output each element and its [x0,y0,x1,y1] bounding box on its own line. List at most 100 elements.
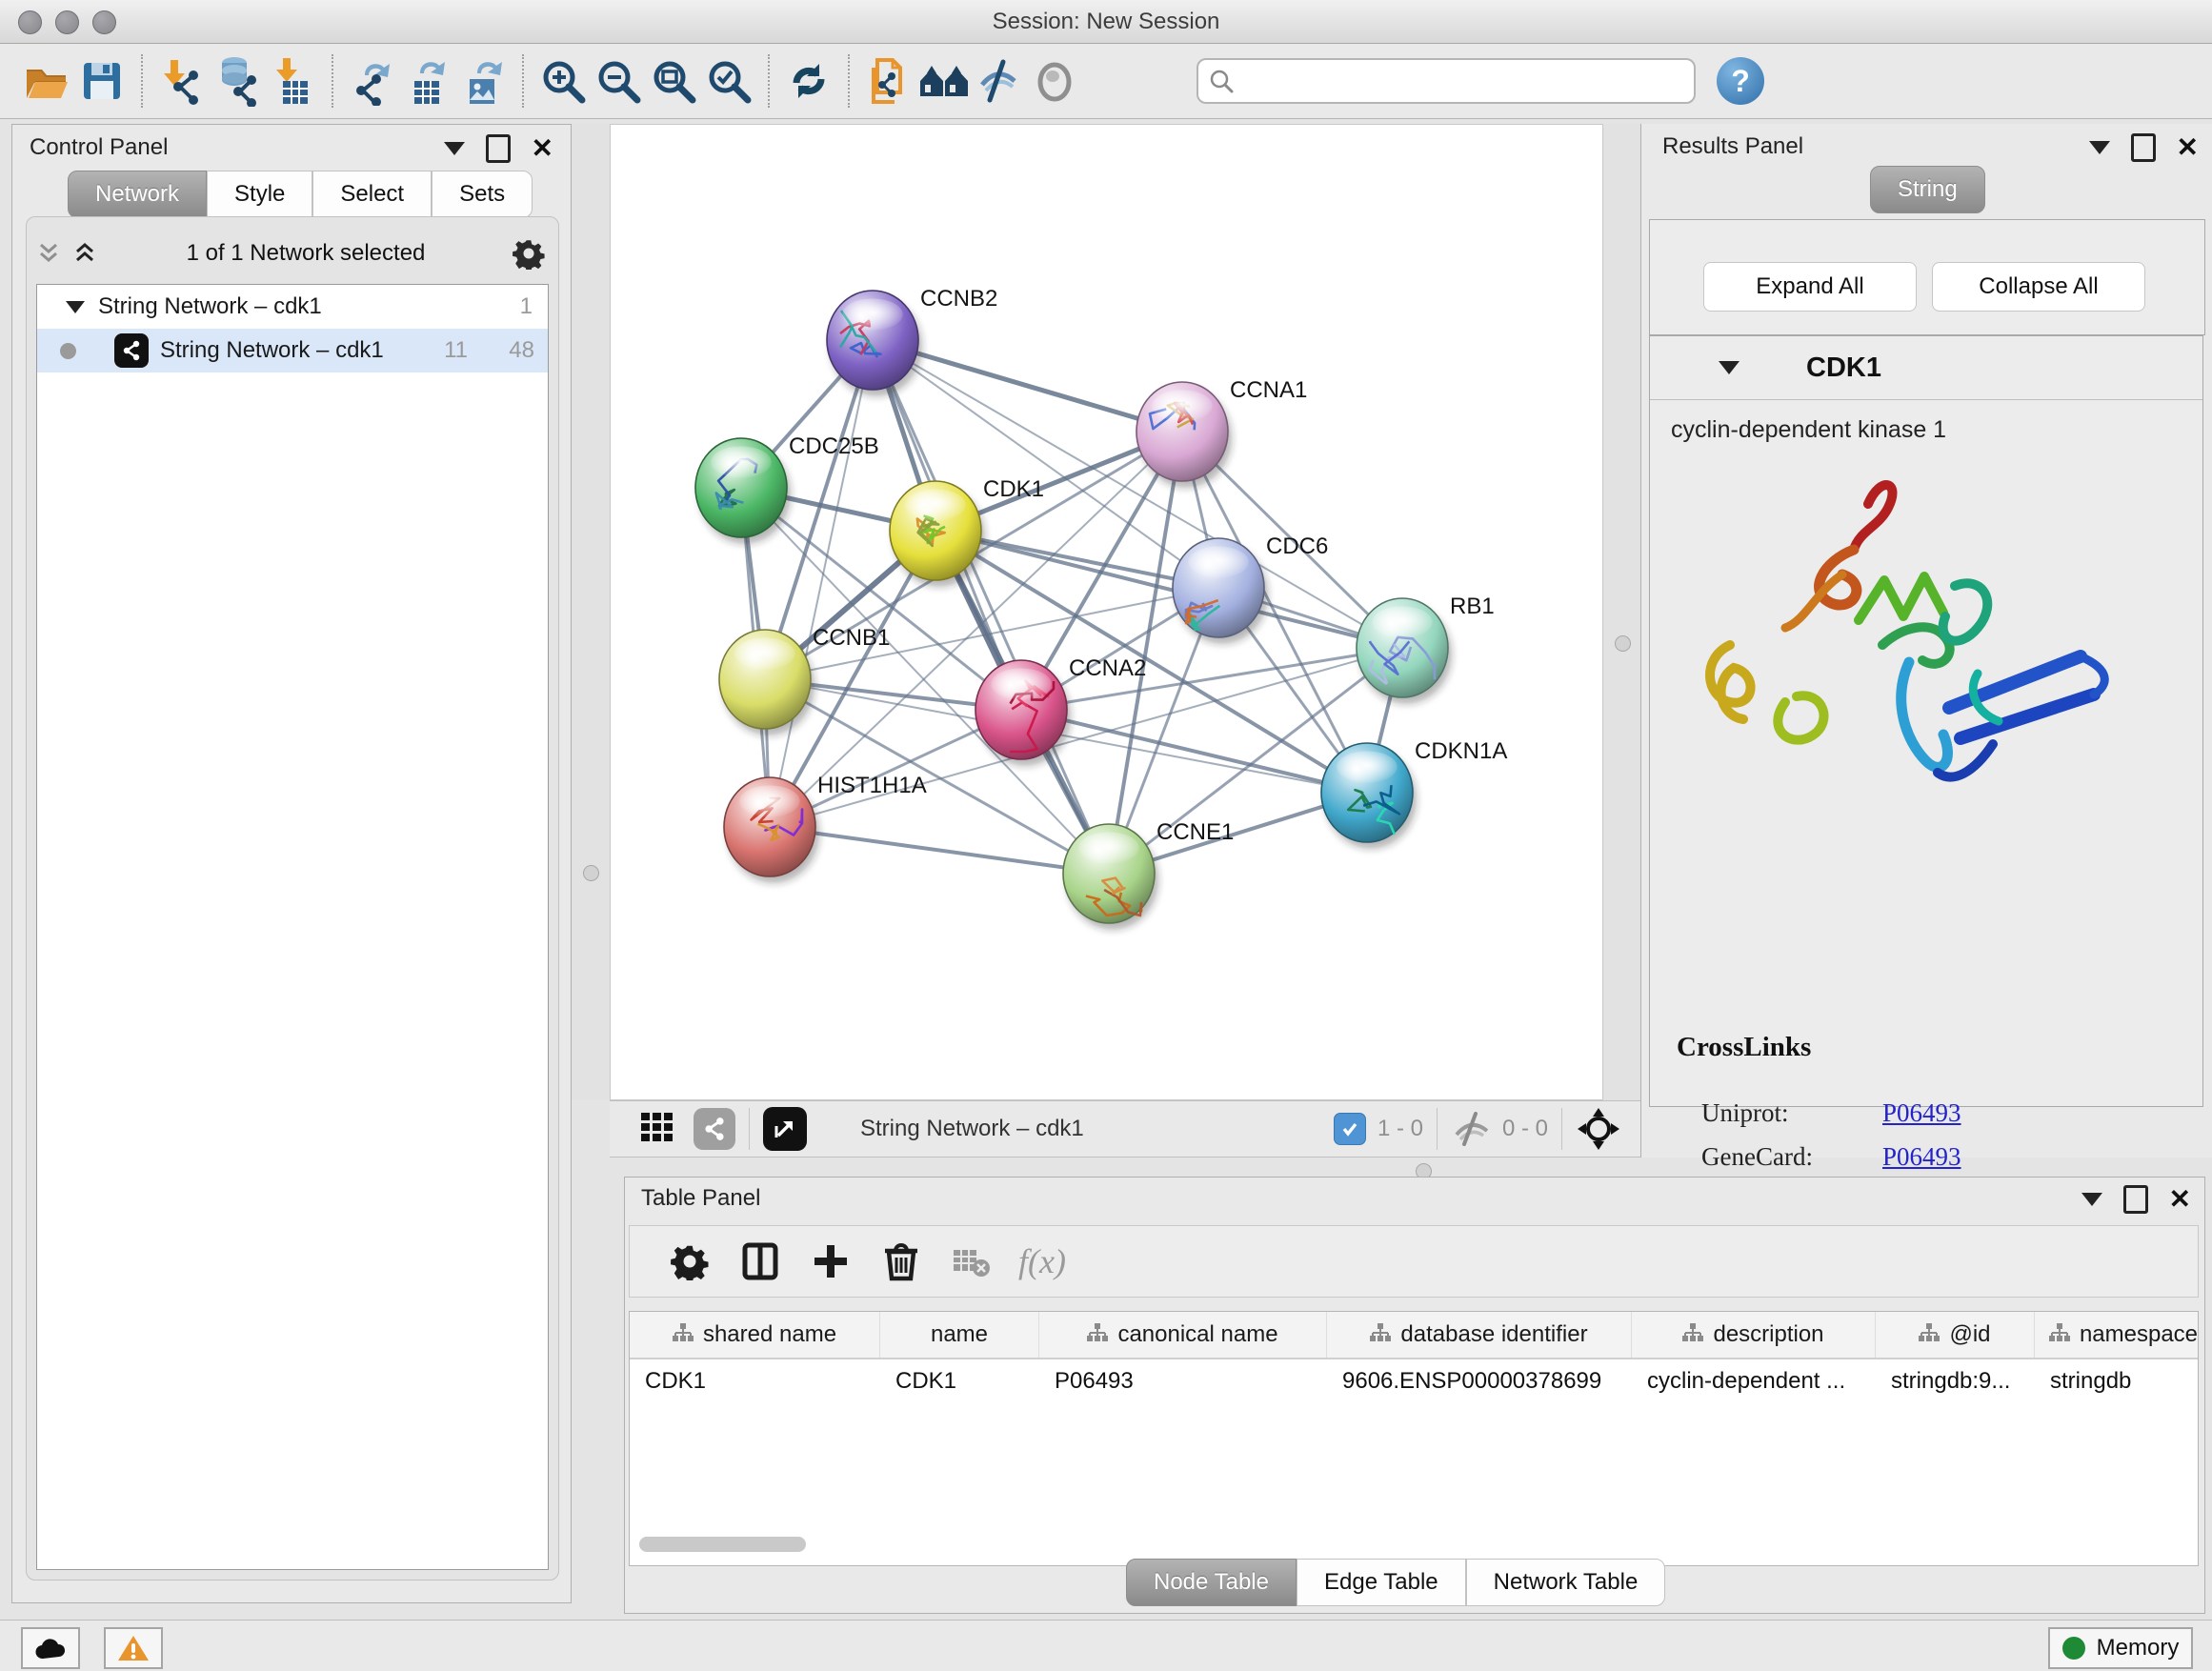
grid-view-icon[interactable] [638,1108,676,1151]
network-node-CCNB2[interactable] [827,291,922,396]
table-cell[interactable]: 9606.ENSP00000378699 [1327,1368,1632,1395]
panel-collapse-icon[interactable] [2081,1193,2102,1206]
panel-float-icon[interactable] [486,134,511,163]
gene-expander-icon[interactable] [1719,361,1739,374]
open-in-new-window-icon[interactable] [763,1107,807,1151]
clone-network-icon[interactable] [861,53,916,109]
open-session-icon[interactable] [19,53,74,109]
table-cell[interactable]: stringdb [2035,1368,2199,1395]
left-splitter[interactable] [572,124,610,1100]
memory-button[interactable]: Memory [2048,1627,2193,1669]
panel-close-icon[interactable]: ✕ [2177,136,2199,159]
network-collection-row[interactable]: String Network – cdk1 1 [37,285,548,329]
delete-column-icon[interactable] [866,1235,936,1288]
crosslink-label: Uniprot: [1701,1098,1789,1127]
network-node-CCNA1[interactable] [1136,382,1232,488]
column-header-canonical-name[interactable]: canonical name [1039,1312,1327,1358]
tree-expander-icon[interactable] [66,301,85,313]
network-edge[interactable] [770,827,1109,874]
column-header-namespace[interactable]: namespace [2035,1312,2199,1358]
tab-style[interactable]: Style [207,171,312,218]
panel-collapse-icon[interactable] [2089,141,2110,154]
table-row[interactable]: CDK1CDK1P064939606.ENSP00000378699cyclin… [630,1359,2198,1403]
zoom-in-icon[interactable] [535,53,591,109]
network-column-icon [1919,1321,1940,1348]
import-network-from-file-icon[interactable] [154,53,210,109]
results-panel-title: Results Panel [1662,133,1803,160]
refresh-icon[interactable] [781,53,836,109]
tab-select[interactable]: Select [312,171,432,218]
help-icon[interactable]: ? [1717,57,1764,105]
tab-sets[interactable]: Sets [432,171,533,218]
tab-network-table[interactable]: Network Table [1466,1559,1666,1606]
zoom-out-icon[interactable] [591,53,646,109]
import-table-icon[interactable] [265,53,320,109]
crosslink-value-link[interactable]: P06493 [1882,1142,1961,1172]
network-view-toolbar: String Network – cdk1 1 - 0 0 - 0 [610,1100,1640,1158]
collapse-all-button[interactable]: Collapse All [1932,262,2145,312]
network-row-selected[interactable]: String Network – cdk1 11 48 [37,329,548,372]
panel-collapse-icon[interactable] [444,142,465,155]
column-header-description[interactable]: description [1632,1312,1876,1358]
string-overlay-icon[interactable] [694,1108,735,1150]
import-network-from-database-icon[interactable] [210,53,265,109]
gene-header-row[interactable]: CDK1 [1650,336,2202,400]
search-field[interactable] [1196,58,1696,104]
add-column-icon[interactable] [795,1235,866,1288]
hide-selected-icon[interactable] [972,53,1027,109]
network-edge[interactable] [770,340,873,827]
tab-node-table[interactable]: Node Table [1126,1559,1297,1606]
panel-float-icon[interactable] [2123,1185,2148,1214]
network-node-CDK1[interactable] [890,481,985,587]
crosslink-value-link[interactable]: P06493 [1882,1098,1961,1128]
cloud-status-button[interactable] [21,1627,80,1669]
collapse-all-chevron-icon[interactable] [34,241,63,266]
zoom-fit-icon[interactable] [646,53,701,109]
network-canvas[interactable]: CCNB2CCNA1CDC25BCDK1CDC6RB1CCNB1CCNA2CDK… [610,124,1603,1100]
tab-string[interactable]: String [1870,166,1985,213]
zoom-selected-icon[interactable] [701,53,756,109]
panel-float-icon[interactable] [2131,133,2156,162]
expand-all-button[interactable]: Expand All [1703,262,1917,312]
search-input[interactable] [1235,68,1684,94]
table-header-row[interactable]: shared namenamecanonical namedatabase id… [630,1312,2198,1359]
right-splitter[interactable] [1603,124,1640,1100]
export-image-icon[interactable] [455,53,511,109]
table-cell[interactable]: CDK1 [630,1368,880,1395]
table-cell[interactable]: CDK1 [880,1368,1039,1395]
tab-network[interactable]: Network [68,171,207,218]
table-cell[interactable]: stringdb:9... [1876,1368,2035,1395]
table-options-gear-icon[interactable] [654,1235,725,1288]
export-network-icon[interactable] [345,53,400,109]
column-header-name[interactable]: name [880,1312,1039,1358]
network-graph[interactable]: CCNB2CCNA1CDC25BCDK1CDC6RB1CCNB1CCNA2CDK… [611,125,1602,1099]
show-all-views-icon[interactable] [916,53,972,109]
tab-edge-table[interactable]: Edge Table [1297,1559,1466,1606]
export-table-icon[interactable] [400,53,455,109]
table-cell[interactable]: P06493 [1039,1368,1327,1395]
node-table[interactable]: shared namenamecanonical namedatabase id… [629,1311,2199,1566]
table-cell[interactable]: cyclin-dependent ... [1632,1368,1876,1395]
column-header-database-identifier[interactable]: database identifier [1327,1312,1632,1358]
column-header-@id[interactable]: @id [1876,1312,2035,1358]
show-column-icon[interactable] [725,1235,795,1288]
horizontal-scrollbar[interactable] [639,1537,806,1552]
column-header-shared-name[interactable]: shared name [630,1312,880,1358]
gear-icon[interactable] [513,237,545,270]
node-label: CDK1 [983,476,1044,502]
save-session-icon[interactable] [74,53,130,109]
network-node-RB1[interactable] [1357,598,1452,704]
expand-all-chevron-icon[interactable] [70,241,99,266]
network-node-CCNE1[interactable] [1063,824,1158,930]
panel-close-icon[interactable]: ✕ [532,137,553,160]
panel-close-icon[interactable]: ✕ [2169,1188,2191,1211]
show-eye-icon[interactable] [1027,53,1082,109]
network-node-CCNA2[interactable] [975,660,1071,766]
network-node-CDC6[interactable] [1173,538,1268,644]
network-node-CDC25B[interactable] [695,438,791,544]
toolbar-separator [141,54,143,108]
warning-status-button[interactable] [104,1627,163,1669]
selected-checkbox-icon[interactable] [1334,1113,1366,1145]
birds-eye-view-icon[interactable] [1576,1106,1621,1152]
network-node-CDKN1A[interactable] [1321,743,1417,849]
